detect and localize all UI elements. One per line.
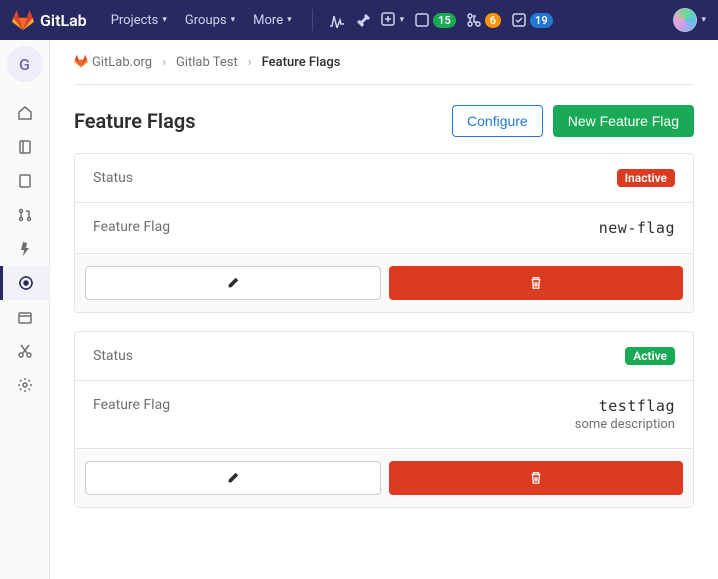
feature-flag-label: Feature Flag <box>93 219 170 235</box>
feature-flag-card: Status Inactive Feature Flag new-flag <box>74 153 694 313</box>
status-label: Status <box>93 170 133 186</box>
project-sidebar: G <box>0 40 50 579</box>
status-label: Status <box>93 348 133 364</box>
status-badge: Active <box>625 347 675 365</box>
trash-icon <box>529 276 543 290</box>
todos-count[interactable]: 19 <box>511 12 553 28</box>
breadcrumb-sep: › <box>248 55 252 70</box>
nav-more[interactable]: More▾ <box>245 7 299 34</box>
page-title: Feature Flags <box>74 109 196 133</box>
new-dropdown[interactable]: ▾ <box>381 12 405 28</box>
nav-projects[interactable]: Projects▾ <box>103 7 175 34</box>
flag-description: some description <box>575 417 675 432</box>
flag-name: new-flag <box>599 219 675 237</box>
merge-requests-count[interactable]: 6 <box>466 12 501 28</box>
sidebar-operations-icon[interactable] <box>0 266 50 300</box>
nav-separator <box>312 9 313 31</box>
crumb-project[interactable]: Gitlab Test <box>176 55 238 70</box>
chevron-down-icon: ▾ <box>287 15 292 25</box>
brand-name: GitLab <box>40 11 87 30</box>
main-content: GitLab.org › Gitlab Test › Feature Flags… <box>50 40 718 579</box>
trash-icon <box>529 471 543 485</box>
delete-flag-button[interactable] <box>389 266 683 300</box>
activity-icon[interactable] <box>329 12 345 28</box>
breadcrumb: GitLab.org › Gitlab Test › Feature Flags <box>74 54 694 85</box>
new-feature-flag-button[interactable]: New Feature Flag <box>553 105 694 137</box>
edit-flag-button[interactable] <box>85 266 381 300</box>
sidebar-cicd-icon[interactable] <box>0 232 50 266</box>
chevron-down-icon: ▾ <box>701 15 706 25</box>
nav-links: Projects▾ Groups▾ More▾ <box>103 7 300 34</box>
crumb-current: Feature Flags <box>262 55 341 70</box>
status-badge: Inactive <box>617 169 675 187</box>
nav-icons: ▾ 15 6 19 <box>329 12 553 28</box>
sidebar-snippets-icon[interactable] <box>0 334 50 368</box>
nav-groups[interactable]: Groups▾ <box>177 7 243 34</box>
issues-count[interactable]: 15 <box>414 12 456 28</box>
edit-flag-button[interactable] <box>85 461 381 495</box>
chevron-down-icon: ▾ <box>400 15 405 25</box>
project-avatar[interactable]: G <box>7 46 43 82</box>
sidebar-repository-icon[interactable] <box>0 130 50 164</box>
configure-button[interactable]: Configure <box>452 105 543 137</box>
avatar <box>673 8 697 32</box>
flag-name: testflag <box>575 397 675 415</box>
chevron-down-icon: ▾ <box>231 15 236 25</box>
feature-flag-card: Status Active Feature Flag testflag some… <box>74 331 694 508</box>
chevron-down-icon: ▾ <box>162 15 167 25</box>
pencil-icon <box>226 276 240 290</box>
feature-flag-label: Feature Flag <box>93 397 170 413</box>
tanuki-icon <box>74 54 88 68</box>
crumb-group[interactable]: GitLab.org <box>74 54 152 70</box>
gitlab-logo[interactable]: GitLab <box>12 9 87 31</box>
pencil-icon <box>226 471 240 485</box>
tanuki-icon <box>12 9 34 31</box>
breadcrumb-sep: › <box>162 55 166 70</box>
admin-icon[interactable] <box>355 12 371 28</box>
delete-flag-button[interactable] <box>389 461 683 495</box>
sidebar-settings-icon[interactable] <box>0 368 50 402</box>
sidebar-home-icon[interactable] <box>0 96 50 130</box>
global-nav: GitLab Projects▾ Groups▾ More▾ ▾ 15 6 19… <box>0 0 718 40</box>
sidebar-merge-requests-icon[interactable] <box>0 198 50 232</box>
sidebar-issues-icon[interactable] <box>0 164 50 198</box>
sidebar-packages-icon[interactable] <box>0 300 50 334</box>
user-menu[interactable]: ▾ <box>673 8 706 32</box>
